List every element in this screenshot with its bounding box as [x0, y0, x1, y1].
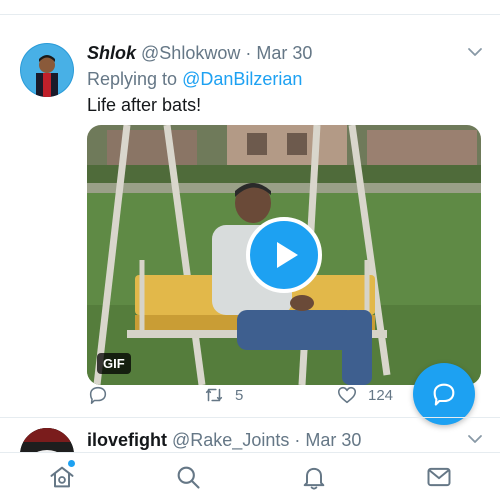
bottom-navigation [0, 452, 500, 500]
gif-media[interactable]: GIF [87, 125, 481, 385]
messages-icon[interactable] [425, 463, 453, 491]
compose-reply-icon [433, 383, 455, 406]
separator-dot: · [294, 430, 301, 450]
tweet-card[interactable]: Shlok @Shlokwow · Mar 30 Replying to @Da… [0, 15, 500, 417]
chevron-down-icon[interactable] [466, 430, 484, 448]
search-icon[interactable] [174, 463, 202, 491]
user-handle[interactable]: @Rake_Joints [172, 430, 289, 450]
chevron-down-icon[interactable] [466, 43, 484, 61]
replying-to-user-link[interactable]: @DanBilzerian [182, 69, 302, 89]
heart-icon [337, 386, 357, 404]
retweet-count: 5 [235, 386, 244, 404]
tweet-date[interactable]: Mar 30 [305, 430, 361, 450]
like-count: 124 [368, 386, 394, 404]
tweet-header: Shlok @Shlokwow · Mar 30 [87, 43, 312, 64]
like-action[interactable]: 124 [336, 380, 393, 410]
reply-action[interactable] [87, 380, 109, 410]
retweet-action[interactable]: 5 [203, 380, 243, 410]
unread-indicator [68, 460, 75, 467]
tweet-header: ilovefight @Rake_Joints · Mar 30 [87, 430, 361, 451]
tweet-date[interactable]: Mar 30 [256, 43, 312, 63]
compose-reply-button[interactable] [413, 363, 475, 425]
separator-dot: · [245, 43, 252, 63]
retweet-icon [205, 388, 223, 402]
comment-icon [89, 386, 107, 405]
home-icon[interactable] [48, 463, 76, 491]
notifications-icon[interactable] [300, 463, 328, 491]
user-handle[interactable]: @Shlokwow [141, 43, 240, 63]
play-button[interactable] [246, 217, 322, 293]
replying-prefix: Replying to [87, 69, 178, 89]
avatar[interactable] [20, 43, 74, 97]
gif-badge: GIF [97, 353, 131, 374]
replying-to-line: Replying to @DanBilzerian [87, 69, 302, 90]
play-icon [277, 242, 298, 268]
display-name[interactable]: Shlok [87, 43, 136, 63]
display-name[interactable]: ilovefight [87, 430, 167, 450]
tweet-text: Life after bats! [87, 95, 202, 115]
